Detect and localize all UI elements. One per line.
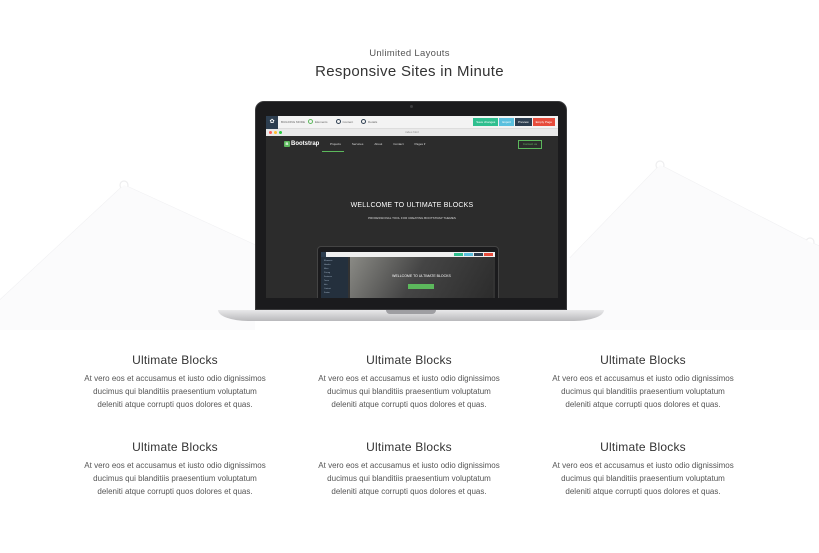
nested-save-button xyxy=(454,253,463,256)
builder-actions: Save changes Export Preview Empty Page xyxy=(473,118,555,126)
builder-toolbar: ✿ BUILDING MODE Elements Content Details… xyxy=(266,116,558,129)
site-hero-subtitle: PROFESSIONAL TOOL FOR CREATING BOOTSTRAP… xyxy=(368,216,456,220)
browser-bar: index.html xyxy=(266,129,558,136)
nested-laptop-preview: Elements Header Main Pricing Features Te… xyxy=(317,246,499,298)
site-cta-button[interactable]: Contact us xyxy=(518,140,542,149)
feature-description: At vero eos et accusamus et iusto odio d… xyxy=(318,461,500,496)
nested-preview-button xyxy=(474,253,483,256)
nav-link-contact[interactable]: Contact xyxy=(393,142,403,146)
nav-link-pages[interactable]: Pages ▾ xyxy=(415,142,426,146)
radio-icon xyxy=(361,119,367,124)
nested-sidebar-item: Footer xyxy=(324,292,330,294)
nested-hero-title: WELLCOME TO ULTIMATE BLOCKS xyxy=(392,274,451,278)
builder-option-content[interactable]: Content xyxy=(335,119,353,124)
feature-title: Ultimate Blocks xyxy=(600,440,686,454)
feature-card: Ultimate Blocks At vero eos et accusamus… xyxy=(526,352,760,411)
site-brand-name: Bootstrap xyxy=(291,141,320,147)
nested-canvas: WELLCOME TO ULTIMATE BLOCKS xyxy=(350,257,493,298)
feature-description: At vero eos et accusamus et iusto odio d… xyxy=(84,374,266,409)
feature-description: At vero eos et accusamus et iusto odio d… xyxy=(552,461,734,496)
feature-title: Ultimate Blocks xyxy=(600,353,686,367)
feature-description: At vero eos et accusamus et iusto odio d… xyxy=(318,374,500,409)
nested-export-button xyxy=(464,253,473,256)
feature-card: Ultimate Blocks At vero eos et accusamus… xyxy=(292,352,526,411)
site-navbar: B Bootstrap Projects Services About Cont… xyxy=(266,136,558,152)
feature-title: Ultimate Blocks xyxy=(132,353,218,367)
nested-empty-button xyxy=(484,253,493,256)
active-nav-underline xyxy=(322,151,344,152)
nav-link-projects[interactable]: Projects xyxy=(330,142,341,146)
builder-options: Elements Content Details xyxy=(308,119,377,124)
camera-dot xyxy=(410,105,413,108)
nested-hero-button xyxy=(408,284,434,289)
nested-sidebar: Elements Header Main Pricing Features Te… xyxy=(321,257,348,298)
laptop-mockup: ✿ BUILDING MODE Elements Content Details… xyxy=(218,101,604,325)
builder-option-details[interactable]: Details xyxy=(361,119,377,124)
site-nav-links: Projects Services About Contact Pages ▾ xyxy=(330,142,425,146)
feature-description: At vero eos et accusamus et iusto odio d… xyxy=(84,461,266,496)
laptop-notch xyxy=(386,310,436,314)
radio-icon xyxy=(335,119,341,124)
empty-page-button[interactable]: Empty Page xyxy=(532,118,555,126)
laptop-lid: ✿ BUILDING MODE Elements Content Details… xyxy=(255,101,567,310)
nav-link-services[interactable]: Services xyxy=(352,142,364,146)
export-button[interactable]: Export xyxy=(499,118,514,126)
site-brand[interactable]: B Bootstrap xyxy=(284,141,319,147)
feature-title: Ultimate Blocks xyxy=(366,440,452,454)
preview-button[interactable]: Preview xyxy=(514,118,532,126)
nested-screen: Elements Header Main Pricing Features Te… xyxy=(321,252,495,298)
nested-toolbar-buttons xyxy=(454,253,493,256)
feature-title: Ultimate Blocks xyxy=(366,353,452,367)
section-eyebrow: Unlimited Layouts xyxy=(369,48,450,59)
nav-link-about[interactable]: About xyxy=(374,142,382,146)
save-changes-button[interactable]: Save changes xyxy=(473,118,499,126)
feature-description: At vero eos et accusamus et iusto odio d… xyxy=(552,374,734,409)
builder-option-elements[interactable]: Elements xyxy=(308,119,328,124)
feature-title: Ultimate Blocks xyxy=(132,440,218,454)
feature-card: Ultimate Blocks At vero eos et accusamus… xyxy=(526,439,760,498)
section-headline: Responsive Sites in Minute xyxy=(315,63,504,80)
laptop-screen: ✿ BUILDING MODE Elements Content Details… xyxy=(266,116,558,298)
brand-mark-icon: B xyxy=(284,141,290,147)
builder-logo-icon[interactable]: ✿ xyxy=(266,116,278,129)
section-header: Unlimited Layouts Responsive Sites in Mi… xyxy=(0,48,819,80)
feature-card: Ultimate Blocks At vero eos et accusamus… xyxy=(58,352,292,411)
browser-url: index.html xyxy=(405,130,419,134)
site-hero-title: WELLCOME TO ULTIMATE BLOCKS xyxy=(350,202,474,209)
feature-card: Ultimate Blocks At vero eos et accusamus… xyxy=(58,439,292,498)
builder-mode-label: BUILDING MODE xyxy=(281,120,306,124)
feature-card: Ultimate Blocks At vero eos et accusamus… xyxy=(292,439,526,498)
radio-icon xyxy=(308,119,313,124)
